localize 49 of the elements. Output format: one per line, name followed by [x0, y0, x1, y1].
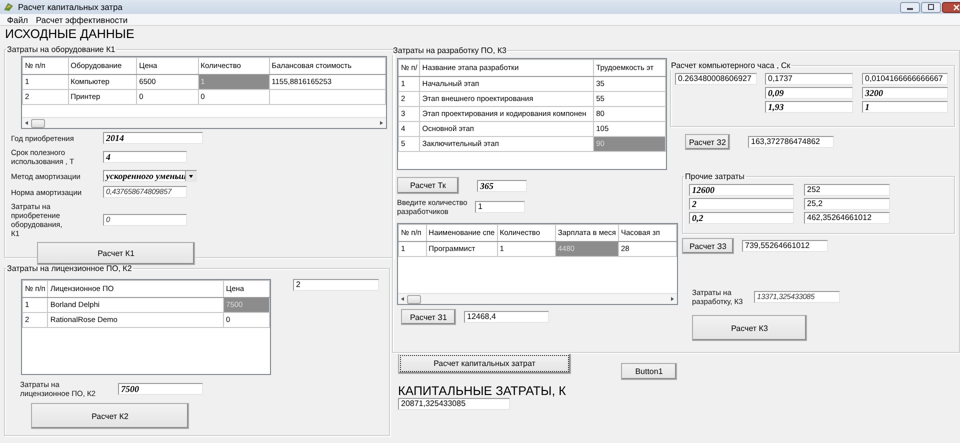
input-field[interactable]: 252: [804, 184, 890, 196]
button[interactable]: Расчет З2: [685, 134, 730, 150]
input-field[interactable]: 0,2: [689, 212, 794, 224]
input-field[interactable]: 739,55264661012: [742, 240, 828, 252]
input-field[interactable]: 2: [293, 279, 379, 291]
group-title: Затраты на оборудование К1: [6, 45, 116, 54]
maximize-icon[interactable]: [921, 2, 941, 12]
input-field[interactable]: 0,1737: [765, 73, 853, 85]
button[interactable]: Расчет З1: [401, 309, 456, 325]
menu-item[interactable]: Расчет эффективности: [32, 14, 132, 24]
input-field[interactable]: 12600: [689, 184, 794, 196]
input-field[interactable]: 462,35264661012: [804, 212, 890, 224]
group-title: Затраты на разработку ПО, К3: [392, 46, 508, 55]
group-title: Прочие затраты: [684, 172, 746, 181]
input-field[interactable]: 2: [689, 198, 794, 210]
input-field[interactable]: 1: [862, 101, 948, 113]
section-heading: ИСХОДНЫЕ ДАННЫЕ: [4, 26, 136, 42]
input-field[interactable]: 7500: [118, 383, 203, 395]
input-field[interactable]: 2014: [103, 132, 203, 144]
button[interactable]: Button1: [621, 363, 677, 380]
input-field[interactable]: 365: [477, 180, 527, 192]
button[interactable]: Расчет К1: [37, 242, 195, 265]
input-field[interactable]: 25,2: [804, 198, 890, 210]
dropdown[interactable]: ускоренного уменьш: [103, 170, 197, 182]
app-icon: [3, 2, 14, 12]
button[interactable]: Расчет Тк: [397, 177, 459, 194]
horizontal-scrollbar[interactable]: [398, 293, 677, 304]
button[interactable]: Расчет капитальных затрат: [398, 353, 571, 374]
button[interactable]: Расчет К2: [31, 403, 189, 429]
minimize-icon[interactable]: [900, 2, 920, 12]
group-title: Расчет компьютерного часа , Ск: [670, 61, 792, 70]
input-field[interactable]: 12468,4: [464, 311, 549, 323]
input-field[interactable]: 0,0104166666666667: [862, 73, 948, 85]
group-title: Затраты на лицензионное ПО, К2: [6, 264, 133, 273]
input-field[interactable]: 1,93: [765, 101, 853, 113]
horizontal-scrollbar[interactable]: [22, 117, 386, 128]
input-field[interactable]: 20871,325433085: [398, 398, 510, 410]
input-field[interactable]: 163,372786474862: [748, 136, 834, 148]
input-field[interactable]: 1: [475, 201, 525, 213]
input-field[interactable]: 4: [103, 151, 187, 163]
input-field[interactable]: 0.263480008606927: [675, 73, 757, 85]
button[interactable]: Расчет К3: [692, 315, 807, 341]
result-heading: КАПИТАЛЬНЫЕ ЗАТРАТЫ, К: [398, 384, 567, 398]
button[interactable]: Расчет З3: [682, 238, 734, 254]
window-title: Расчет капитальных затра: [18, 2, 122, 12]
table-cell[interactable]: [269, 90, 386, 104]
input-field[interactable]: 0,09: [765, 87, 853, 99]
input-field[interactable]: 3200: [862, 87, 948, 99]
menu-item[interactable]: Файл: [3, 14, 32, 24]
